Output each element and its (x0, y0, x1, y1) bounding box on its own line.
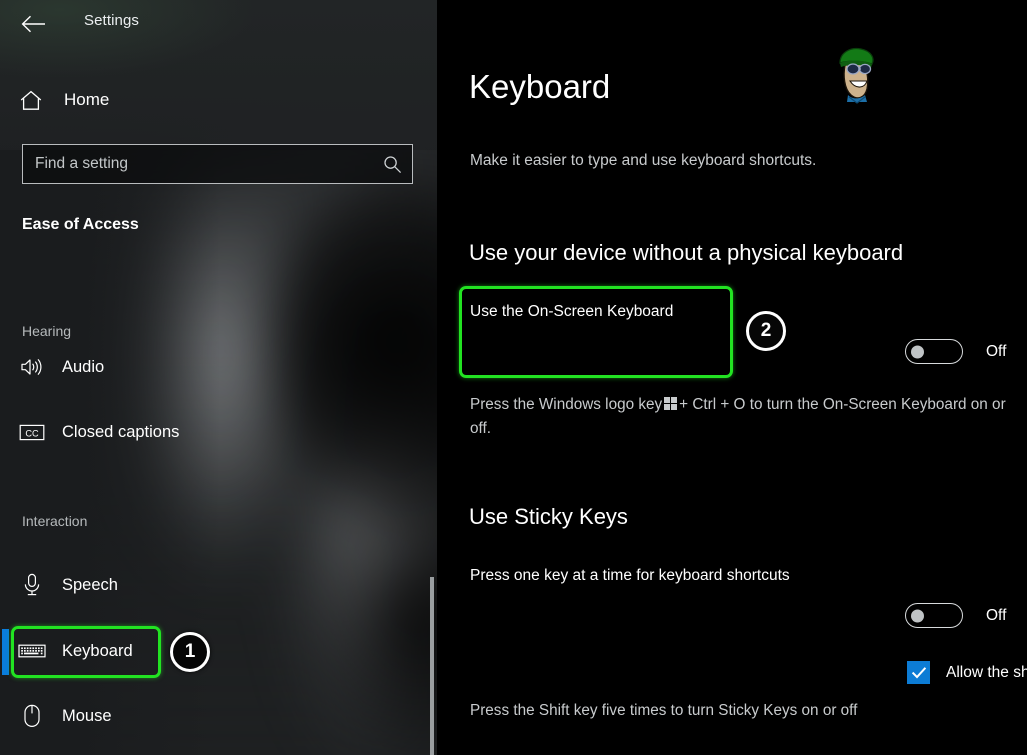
sidebar-item-mouse-label: Mouse (62, 706, 112, 725)
settings-window: Settings Home Find a setting Ease of Acc… (0, 0, 1027, 755)
sidebar-group-interaction-title: Interaction (22, 513, 88, 529)
settings-sidebar: Settings Home Find a setting Ease of Acc… (0, 0, 437, 755)
windows-logo-key-icon (664, 397, 677, 410)
search-box[interactable] (22, 144, 413, 184)
mouse-icon (12, 704, 52, 728)
on-screen-keyboard-toggle-state: Off (986, 342, 1007, 360)
sticky-keys-shortcut-checkbox[interactable] (907, 661, 930, 684)
back-button[interactable] (14, 5, 52, 43)
sidebar-item-closed-captions-label: Closed captions (62, 422, 180, 441)
on-screen-keyboard-hint-before: Press the Windows logo key (470, 396, 663, 413)
sidebar-item-audio-label: Audio (62, 357, 105, 376)
titlebar: Settings (0, 0, 437, 48)
on-screen-keyboard-toggle-track (905, 339, 963, 364)
sidebar-item-speech[interactable]: Speech (12, 562, 412, 608)
home-icon (20, 90, 58, 111)
page-subtitle: Make it easier to type and use keyboard … (470, 152, 817, 169)
on-screen-keyboard-toggle[interactable]: Off (905, 339, 1006, 364)
closed-captions-icon: CC (12, 423, 52, 442)
sticky-keys-toggle[interactable]: Off (905, 603, 1006, 628)
keyboard-icon (12, 642, 52, 660)
speaker-icon (12, 357, 52, 377)
section-heading-physical-keyboard: Use your device without a physical keybo… (469, 240, 904, 265)
sticky-keys-toggle-knob (911, 609, 924, 622)
sidebar-group-hearing-title: Hearing (22, 323, 72, 339)
sidebar-item-closed-captions[interactable]: CC Closed captions (12, 409, 412, 455)
annotation-badge-1: 1 (170, 632, 210, 672)
annotation-badge-2: 2 (746, 311, 786, 351)
page-title: Keyboard (469, 68, 611, 105)
sidebar-item-keyboard-label: Keyboard (62, 641, 133, 660)
sticky-keys-shortcut-checkbox-row[interactable]: Allow the shortcut key to start Sticky K… (907, 661, 1027, 684)
sidebar-item-audio[interactable]: Audio (12, 344, 412, 390)
main-content-panel: Keyboard Make it easier to type and use … (437, 0, 1027, 755)
sidebar-item-home-label: Home (64, 90, 110, 109)
on-screen-keyboard-label: Use the On-Screen Keyboard (470, 303, 674, 320)
sidebar-scrollbar-thumb[interactable] (430, 577, 434, 755)
sidebar-item-keyboard[interactable]: Keyboard (12, 628, 412, 674)
sidebar-selected-accent-bar (2, 629, 9, 675)
sticky-keys-shortcut-checkbox-label: Allow the shortcut key to start Sticky K… (946, 663, 1027, 681)
sidebar-item-mouse[interactable]: Mouse (12, 693, 412, 739)
cartoon-avatar-icon (831, 45, 885, 107)
on-screen-keyboard-hint: Press the Windows logo key + Ctrl + O to … (470, 393, 1015, 441)
sidebar-item-speech-label: Speech (62, 575, 118, 594)
window-title: Settings (84, 12, 139, 29)
sticky-keys-label: Press one key at a time for keyboard sho… (470, 567, 790, 584)
svg-text:CC: CC (25, 428, 39, 438)
section-heading-sticky-keys: Use Sticky Keys (469, 504, 628, 529)
sticky-keys-toggle-state: Off (986, 606, 1007, 624)
sticky-keys-hint: Press the Shift key five times to turn S… (470, 702, 858, 719)
on-screen-keyboard-toggle-knob (911, 345, 924, 358)
microphone-icon (12, 573, 52, 597)
search-input[interactable] (23, 155, 372, 173)
sidebar-item-home[interactable]: Home (20, 83, 420, 117)
sticky-keys-toggle-track (905, 603, 963, 628)
sidebar-category-title: Ease of Access (22, 216, 139, 233)
search-icon[interactable] (372, 155, 412, 174)
